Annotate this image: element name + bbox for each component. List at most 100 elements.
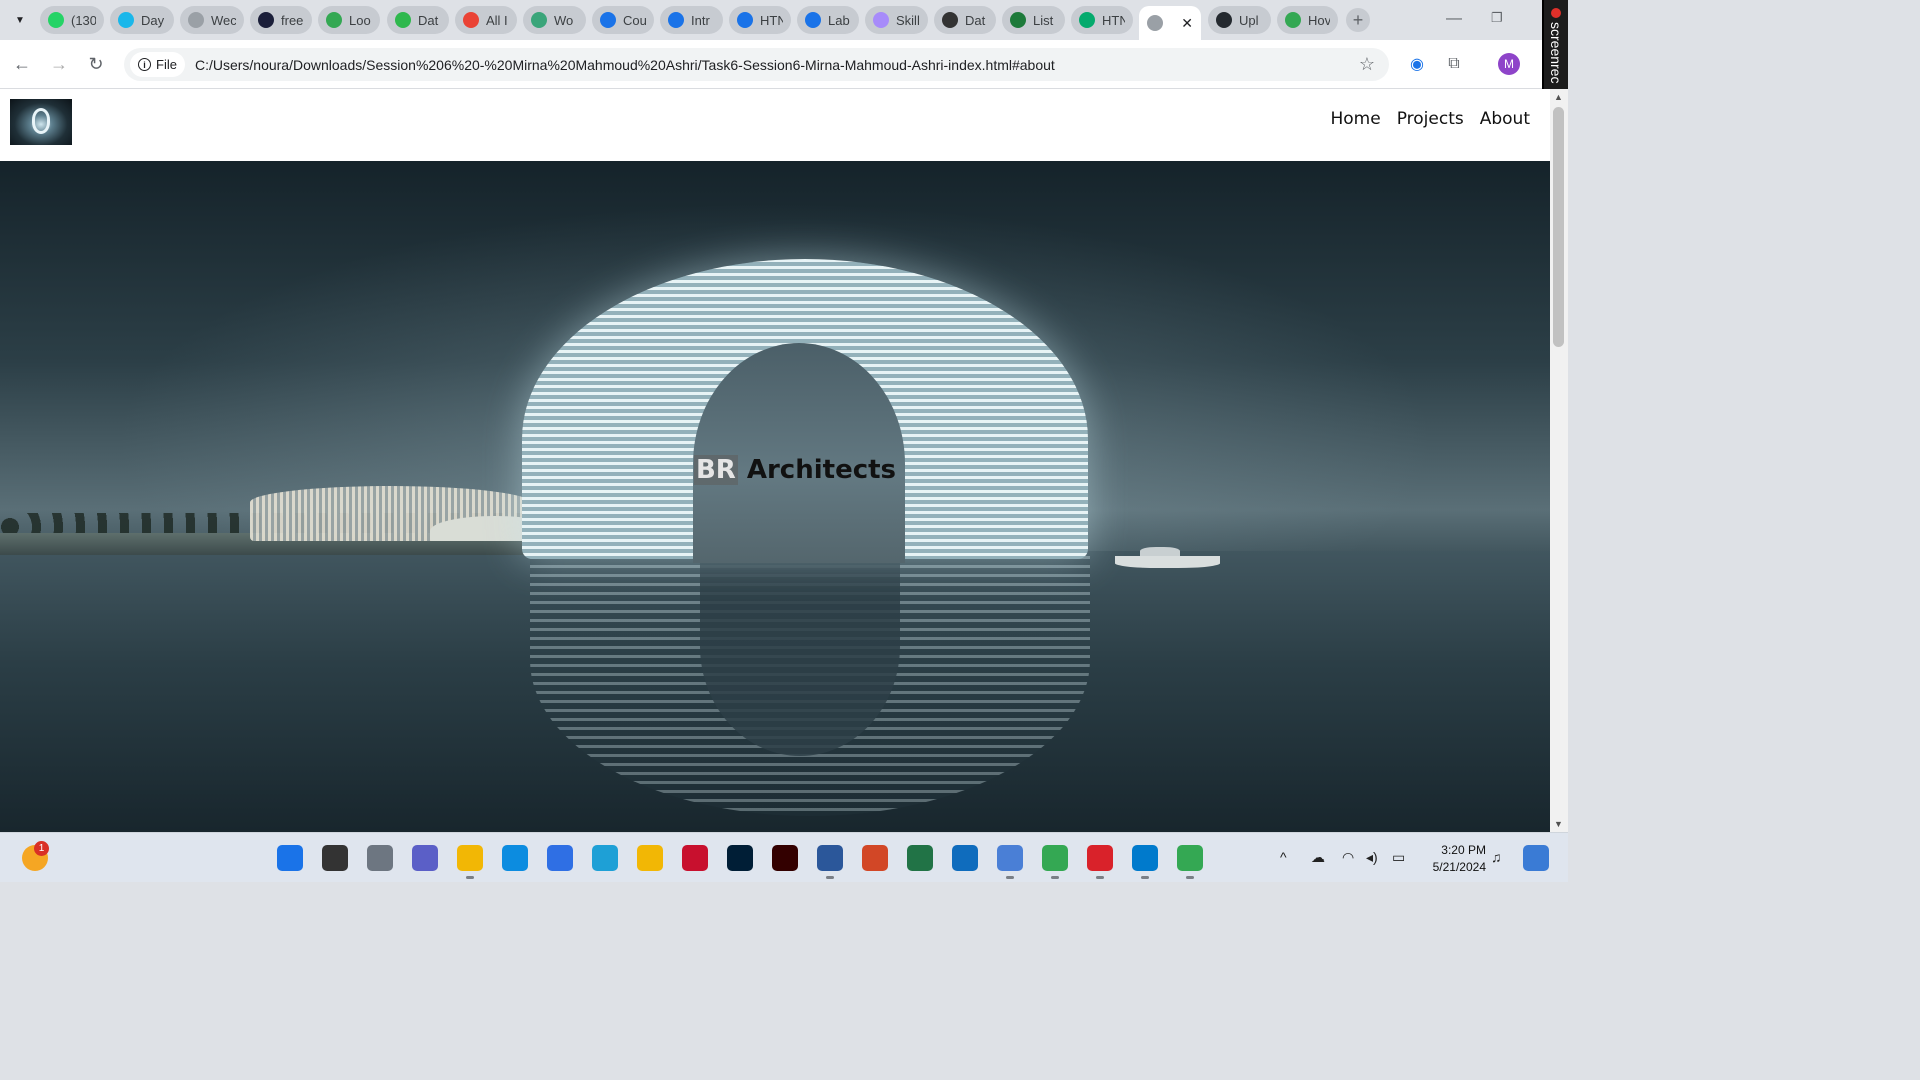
tab-title: HTN: [1102, 12, 1125, 28]
running-indicator: [1186, 876, 1194, 879]
browser-tab[interactable]: ✕: [1139, 6, 1201, 40]
task-view-icon[interactable]: [367, 845, 393, 871]
clock-time: 3:20 PM: [1441, 843, 1486, 857]
outlook-icon[interactable]: [952, 845, 978, 871]
tab-title: Dat: [965, 12, 986, 28]
browser-tab[interactable]: Wec: [180, 6, 244, 34]
globe-icon: [188, 12, 204, 28]
hero-boat: [1115, 556, 1220, 568]
browser-tab[interactable]: All I: [455, 6, 517, 34]
app-icon[interactable]: [997, 845, 1023, 871]
globe-icon: [1147, 15, 1163, 31]
gmail-icon: [463, 12, 479, 28]
bookmark-star-icon[interactable]: ☆: [1359, 54, 1375, 75]
browser-tab[interactable]: Upl: [1208, 6, 1271, 34]
chrome-icon[interactable]: [1177, 845, 1203, 871]
running-indicator: [826, 876, 834, 879]
teams-icon[interactable]: [412, 845, 438, 871]
browser-tab[interactable]: Hov: [1277, 6, 1338, 34]
browser-tab[interactable]: HTN: [729, 6, 791, 34]
browser-tab[interactable]: HTN: [1071, 6, 1133, 34]
extensions-puzzle-icon[interactable]: ⧉: [1442, 52, 1466, 76]
myhp-icon[interactable]: [592, 845, 618, 871]
tab-title: Day: [141, 12, 165, 28]
browser-tab[interactable]: free: [250, 6, 312, 34]
coursera-icon: [805, 12, 821, 28]
excel-icon[interactable]: [907, 845, 933, 871]
clock-date: 5/21/2024: [1432, 860, 1486, 874]
hero-title-rest: Architects: [737, 455, 897, 485]
browser-tab[interactable]: Loo: [318, 6, 380, 34]
helper-icon[interactable]: [637, 845, 663, 871]
browser-tab[interactable]: Cou: [592, 6, 654, 34]
running-indicator: [466, 876, 474, 879]
start-icon[interactable]: [277, 845, 303, 871]
close-tab-icon[interactable]: ✕: [1181, 15, 1193, 32]
nav-link-home[interactable]: Home: [1331, 109, 1381, 129]
volume-icon[interactable]: ◂): [1366, 849, 1378, 866]
browser-tab[interactable]: Skill: [865, 6, 928, 34]
tab-title: Skill: [896, 12, 920, 28]
illustrator-icon[interactable]: [772, 845, 798, 871]
tab-search-chevron-icon[interactable]: ▼: [8, 8, 32, 32]
vimeo-icon: [118, 12, 134, 28]
wifi-icon[interactable]: ◠: [1342, 849, 1354, 866]
new-tab-button[interactable]: +: [1346, 8, 1370, 32]
profile-avatar[interactable]: M: [1498, 53, 1520, 75]
acrobat-icon[interactable]: [1087, 845, 1113, 871]
nav-link-projects[interactable]: Projects: [1397, 109, 1464, 129]
url-text[interactable]: C:/Users/noura/Downloads/Session%206%20-…: [195, 57, 1055, 73]
tab-title: Wo: [554, 12, 574, 28]
tab-title: List: [1033, 12, 1054, 28]
tab-title: Lab: [828, 12, 850, 28]
extension-globe-icon[interactable]: ◉: [1405, 52, 1429, 76]
browser-tab[interactable]: Dat: [387, 6, 449, 34]
reload-icon[interactable]: ↻: [84, 52, 108, 76]
browser-tab[interactable]: (130: [40, 6, 104, 34]
browser-tab[interactable]: Day: [110, 6, 174, 34]
forward-arrow-icon[interactable]: →: [47, 52, 71, 76]
taskbar-clock[interactable]: 3:20 PM 5/21/2024: [1422, 842, 1486, 876]
browser-tab[interactable]: Intr: [660, 6, 723, 34]
page-scrollbar[interactable]: ▲ ▼: [1550, 89, 1568, 832]
browser-tab[interactable]: List: [1002, 6, 1065, 34]
nav-link-about[interactable]: About: [1480, 109, 1530, 129]
hero-title-highlight: BR: [693, 455, 738, 485]
site-logo[interactable]: [10, 99, 72, 145]
hero-section: BR Architects: [0, 161, 1550, 832]
tab-title: Loo: [349, 12, 371, 28]
browser-tab[interactable]: Dat: [934, 6, 996, 34]
photoshop-icon[interactable]: [727, 845, 753, 871]
screen-recorder-badge[interactable]: screenrec: [1542, 0, 1568, 92]
minimize-icon[interactable]: —: [1446, 10, 1462, 28]
browser-tab[interactable]: Lab: [797, 6, 859, 34]
powerpoint-icon[interactable]: [862, 845, 888, 871]
site-info-chip[interactable]: i File: [130, 52, 185, 77]
notifications-bell-icon[interactable]: ♫: [1491, 849, 1502, 865]
tab-title: (130: [71, 12, 96, 28]
battery-icon[interactable]: ▭: [1392, 849, 1405, 866]
scroll-down-icon[interactable]: ▼: [1554, 819, 1563, 829]
word-icon[interactable]: [817, 845, 843, 871]
vscode-icon[interactable]: [1132, 845, 1158, 871]
globe-icon: [531, 12, 547, 28]
address-bar[interactable]: i File C:/Users/noura/Downloads/Session%…: [124, 48, 1389, 81]
tray-overflow-chevron-icon[interactable]: ^: [1280, 849, 1287, 865]
back-arrow-icon[interactable]: ←: [10, 52, 34, 76]
browser-tab[interactable]: Wo: [523, 6, 586, 34]
tab-title: All I: [486, 12, 508, 28]
file-explorer-icon[interactable]: [457, 845, 483, 871]
github-icon: [1216, 12, 1232, 28]
app-icon: [1285, 12, 1301, 28]
scroll-up-icon[interactable]: ▲: [1554, 92, 1563, 102]
site-nav: Home Projects About: [1331, 109, 1531, 129]
store-icon[interactable]: [547, 845, 573, 871]
scrollbar-thumb[interactable]: [1553, 107, 1564, 347]
onedrive-icon[interactable]: ☁: [1311, 849, 1325, 866]
edge-icon[interactable]: [502, 845, 528, 871]
search-icon[interactable]: [322, 845, 348, 871]
restore-icon[interactable]: ❐: [1491, 10, 1503, 26]
mcafee-icon[interactable]: [682, 845, 708, 871]
copilot-icon[interactable]: [1523, 845, 1549, 871]
chrome-icon[interactable]: [1042, 845, 1068, 871]
